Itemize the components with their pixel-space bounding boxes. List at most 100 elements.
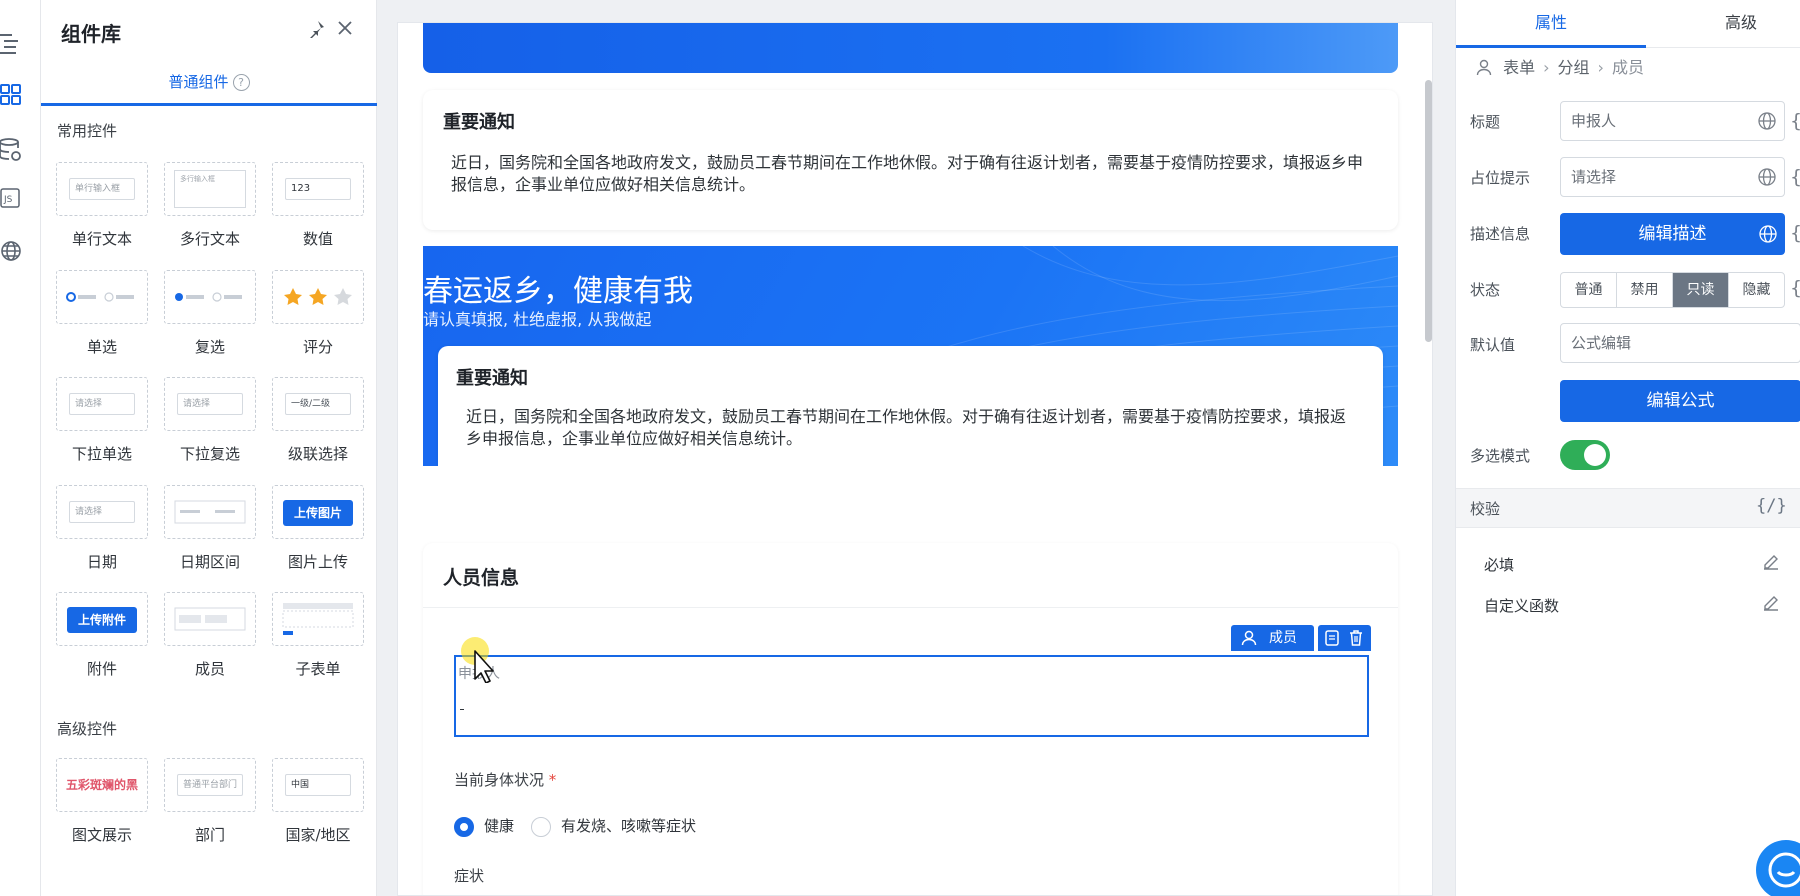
- component-preview: 请选择: [56, 485, 148, 539]
- tab-label: 普通组件: [168, 73, 229, 91]
- component-department[interactable]: 普通平台部门 部门: [164, 758, 256, 845]
- edit-formula-button[interactable]: 编辑公式: [1560, 380, 1800, 422]
- breadcrumb-item[interactable]: 表单: [1503, 58, 1535, 77]
- multi-select-toggle[interactable]: [1560, 440, 1610, 470]
- component-attachment[interactable]: 上传附件 附件: [56, 592, 148, 679]
- component-radio[interactable]: 单选: [56, 270, 148, 357]
- component-checkbox[interactable]: 复选: [164, 270, 256, 357]
- chevron-right-icon: ›: [1597, 58, 1604, 77]
- state-option-disabled[interactable]: 禁用: [1617, 273, 1673, 307]
- placeholder-label: 占位提示: [1470, 169, 1531, 187]
- preview-text: 请选择: [69, 501, 135, 523]
- component-label: 国家/地区: [285, 826, 351, 844]
- member-field-selected[interactable]: 申报人: [454, 655, 1369, 737]
- component-preview: [164, 592, 256, 646]
- state-option-hidden[interactable]: 隐藏: [1729, 273, 1784, 307]
- component-subform[interactable]: 子表单: [272, 592, 364, 679]
- notice-card-2[interactable]: 重要通知 近日，国务院和全国各地政府发文，鼓励员工春节期间在工作地休假。对于确有…: [438, 346, 1383, 466]
- user-icon: [1476, 59, 1492, 76]
- code-icon[interactable]: {/}: [1756, 496, 1787, 516]
- chat-support-button[interactable]: [1756, 840, 1800, 896]
- default-value-select[interactable]: 公式编辑: [1560, 323, 1800, 363]
- component-preview: 中国: [272, 758, 364, 812]
- radio-preview-icon: [66, 292, 134, 302]
- pin-icon[interactable]: [307, 20, 325, 42]
- tab-common-components[interactable]: 普通组件?: [41, 62, 377, 106]
- breadcrumb: 表单 › 分组 › 成员: [1476, 54, 1644, 78]
- title-input[interactable]: 申报人: [1560, 101, 1785, 141]
- tab-advanced[interactable]: 高级: [1646, 0, 1800, 48]
- state-label: 状态: [1470, 281, 1501, 299]
- globe-icon[interactable]: [1757, 111, 1777, 131]
- selected-component-tag[interactable]: 成员: [1231, 625, 1314, 651]
- state-option-normal[interactable]: 普通: [1561, 273, 1617, 307]
- notice-title: 重要通知: [443, 112, 515, 133]
- props-tabs: 属性 高级: [1456, 0, 1800, 48]
- user-icon: [1241, 630, 1257, 646]
- properties-panel: 属性 高级 表单›分组›成员 标题 申报人 { 占位提示 请选择 { 描述信息 …: [1455, 0, 1800, 896]
- help-icon[interactable]: ?: [232, 74, 250, 91]
- placeholder-input[interactable]: 请选择: [1560, 157, 1785, 197]
- component-cascader[interactable]: 一级/二级 级联选择: [272, 377, 364, 464]
- component-preview: [272, 592, 364, 646]
- member-preview-icon: [174, 607, 246, 631]
- copy-icon[interactable]: [1323, 629, 1341, 647]
- globe-icon[interactable]: [0, 240, 24, 264]
- globe-icon[interactable]: [1758, 224, 1778, 244]
- component-image-upload[interactable]: 上传图片 图片上传: [272, 485, 364, 572]
- rule-required: 必填: [1484, 556, 1515, 574]
- component-number[interactable]: 123 数值: [272, 162, 364, 249]
- component-single-line-text[interactable]: 单行输入框 单行文本: [56, 162, 148, 249]
- expression-icon[interactable]: {: [1790, 110, 1800, 132]
- component-country-region[interactable]: 中国 国家/地区: [272, 758, 364, 845]
- component-date[interactable]: 请选择 日期: [56, 485, 148, 572]
- upload-file-preview-button: 上传附件: [67, 607, 137, 633]
- radio-option-healthy[interactable]: 健康: [454, 815, 514, 837]
- outline-icon[interactable]: [0, 32, 24, 56]
- form-canvas: 重要通知 近日，国务院和全国各地政府发文，鼓励员工春节期间在工作地休假。对于确有…: [397, 22, 1433, 896]
- expression-icon[interactable]: {: [1790, 222, 1800, 244]
- edit-description-button[interactable]: 编辑描述: [1560, 213, 1785, 255]
- components-grid-icon[interactable]: [0, 84, 24, 108]
- component-label: 成员: [194, 660, 225, 678]
- input-value: 请选择: [1571, 168, 1617, 186]
- component-member[interactable]: 成员: [164, 592, 256, 679]
- breadcrumb-item[interactable]: 分组: [1558, 58, 1590, 77]
- delete-icon[interactable]: [1347, 629, 1365, 647]
- radio-option-fever[interactable]: 有发烧、咳嗽等症状: [531, 815, 696, 837]
- component-label: 多行文本: [179, 230, 240, 248]
- component-label: 评分: [302, 338, 333, 356]
- edit-icon[interactable]: [1761, 552, 1781, 572]
- component-dropdown-multi[interactable]: 请选择 下拉复选: [164, 377, 256, 464]
- component-library-panel: 组件库 普通组件? 常用控件 单行输入框 单行文本 多行输入框 多行文本 123…: [41, 0, 377, 896]
- component-rich-display[interactable]: 五彩斑斓的黑 图文展示: [56, 758, 148, 845]
- field-actions: [1318, 625, 1371, 651]
- validation-title: 校验: [1470, 500, 1501, 518]
- title-label: 标题: [1470, 113, 1501, 131]
- component-preview: [164, 270, 256, 324]
- state-option-readonly[interactable]: 只读: [1673, 273, 1729, 307]
- component-label: 单选: [86, 338, 117, 356]
- button-label: 编辑描述: [1638, 224, 1707, 244]
- component-rating[interactable]: 评分: [272, 270, 364, 357]
- expression-icon[interactable]: {: [1790, 277, 1800, 299]
- component-label: 图文展示: [71, 826, 132, 844]
- globe-icon[interactable]: [1757, 167, 1777, 187]
- radio-checked-icon: [454, 816, 474, 837]
- data-source-icon[interactable]: [0, 138, 24, 162]
- icon-rail: JS: [0, 0, 41, 896]
- top-banner: [423, 23, 1398, 73]
- notice-card[interactable]: 重要通知 近日，国务院和全国各地政府发文，鼓励员工春节期间在工作地休假。对于确有…: [423, 90, 1398, 230]
- js-script-icon[interactable]: JS: [0, 188, 24, 212]
- expression-icon[interactable]: {: [1790, 166, 1800, 188]
- tab-properties[interactable]: 属性: [1456, 0, 1646, 48]
- close-icon[interactable]: [336, 19, 354, 41]
- notice-title: 重要通知: [456, 368, 528, 389]
- edit-icon[interactable]: [1761, 593, 1781, 613]
- canvas-scrollbar[interactable]: [1425, 80, 1432, 342]
- component-date-range[interactable]: 日期区间: [164, 485, 256, 572]
- group-personnel-info[interactable]: 人员信息 成员 申报人 当前身体状况 * 健康 有发烧、咳嗽等症状 症状: [423, 543, 1398, 895]
- component-dropdown-single[interactable]: 请选择 下拉单选: [56, 377, 148, 464]
- festival-banner[interactable]: 春运返乡，健康有我 请认真填报, 杜绝虚报, 从我做起 重要通知 近日，国务院和…: [423, 246, 1398, 466]
- component-multi-line-text[interactable]: 多行输入框 多行文本: [164, 162, 256, 249]
